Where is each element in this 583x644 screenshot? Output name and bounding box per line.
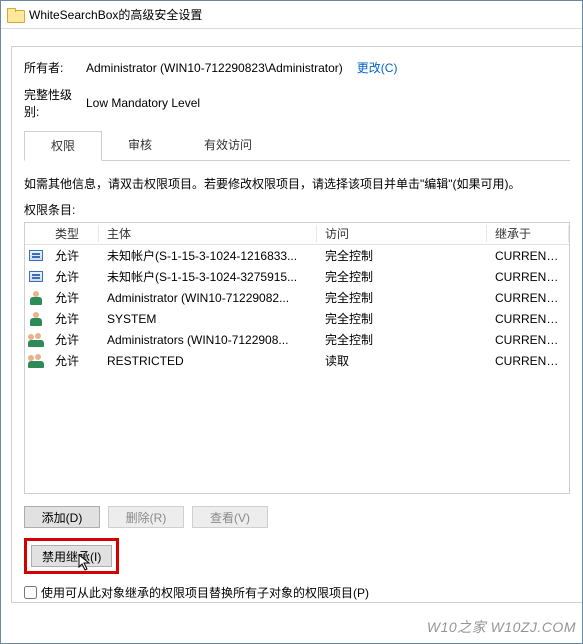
hint-text: 如需其他信息，请双击权限项目。若要修改权限项目，请选择该项目并单击"编辑"(如果… [24, 175, 570, 193]
group-icon [28, 333, 44, 347]
cell-access: 完全控制 [317, 289, 487, 306]
add-button[interactable]: 添加(D) [24, 506, 100, 528]
integrity-row: 完整性级别: Low Mandatory Level [24, 86, 570, 120]
cell-access: 读取 [317, 352, 487, 369]
cell-inherited: CURRENT_USER [487, 333, 569, 347]
remove-button: 删除(R) [108, 506, 184, 528]
col-type[interactable]: 类型 [47, 225, 99, 242]
table-row[interactable]: 允许未知帐户(S-1-15-3-1024-3275915...完全控制CURRE… [25, 266, 569, 287]
col-access[interactable]: 访问 [317, 225, 487, 242]
tab-label: 有效访问 [204, 138, 252, 152]
dialog-body: 所有者: Administrator (WIN10-712290823\Admi… [11, 46, 582, 603]
cell-inherited: CURRENT_USER [487, 312, 569, 326]
cell-inherited: CURRENT_USER [487, 249, 569, 263]
cell-principal: RESTRICTED [99, 354, 317, 368]
table-row[interactable]: 允许Administrators (WIN10-7122908...完全控制CU… [25, 329, 569, 350]
tab-effective-access[interactable]: 有效访问 [178, 131, 278, 161]
cell-type: 允许 [47, 247, 99, 264]
replace-children-checkbox[interactable] [24, 586, 37, 599]
tab-auditing[interactable]: 审核 [102, 131, 178, 161]
permissions-table: 类型 主体 访问 继承于 允许未知帐户(S-1-15-3-1024-121683… [24, 222, 570, 494]
tab-label: 权限 [51, 139, 75, 153]
cell-access: 完全控制 [317, 331, 487, 348]
integrity-value: Low Mandatory Level [86, 96, 200, 110]
owner-row: 所有者: Administrator (WIN10-712290823\Admi… [24, 59, 570, 76]
cell-principal: Administrator (WIN10-71229082... [99, 291, 317, 305]
cell-principal: 未知帐户(S-1-15-3-1024-1216833... [99, 247, 317, 264]
table-row[interactable]: 允许Administrator (WIN10-71229082...完全控制CU… [25, 287, 569, 308]
cell-type: 允许 [47, 352, 99, 369]
watermark: W10之家 W10ZJ.COM [427, 617, 576, 637]
table-header: 类型 主体 访问 继承于 [25, 223, 569, 245]
table-row[interactable]: 允许RESTRICTED读取CURRENT_USER [25, 350, 569, 371]
cell-type: 允许 [47, 268, 99, 285]
integrity-label: 完整性级别: [24, 86, 86, 120]
cell-type: 允许 [47, 289, 99, 306]
table-body: 允许未知帐户(S-1-15-3-1024-1216833...完全控制CURRE… [25, 245, 569, 371]
change-owner-link[interactable]: 更改(C) [357, 59, 398, 76]
table-row[interactable]: 允许SYSTEM完全控制CURRENT_USER [25, 308, 569, 329]
cell-type: 允许 [47, 310, 99, 327]
table-row[interactable]: 允许未知帐户(S-1-15-3-1024-1216833...完全控制CURRE… [25, 245, 569, 266]
cell-access: 完全控制 [317, 247, 487, 264]
tab-label: 审核 [128, 138, 152, 152]
replace-children-label: 使用可从此对象继承的权限项目替换所有子对象的权限项目(P) [41, 584, 369, 601]
cell-inherited: CURRENT_USER [487, 270, 569, 284]
cell-principal: 未知帐户(S-1-15-3-1024-3275915... [99, 268, 317, 285]
disable-inheritance-button[interactable]: 禁用继承(I) [31, 545, 112, 567]
col-inherited[interactable]: 继承于 [487, 225, 569, 242]
owner-label: 所有者: [24, 59, 86, 76]
highlight-box: 禁用继承(I) [24, 538, 119, 574]
tabstrip: 权限 审核 有效访问 [24, 130, 570, 161]
group-icon [28, 354, 44, 368]
titlebar: WhiteSearchBox的高级安全设置 [1, 1, 582, 29]
cell-principal: Administrators (WIN10-7122908... [99, 333, 317, 347]
cell-access: 完全控制 [317, 310, 487, 327]
cell-access: 完全控制 [317, 268, 487, 285]
col-principal[interactable]: 主体 [99, 225, 317, 242]
cell-inherited: CURRENT_USER [487, 291, 569, 305]
view-button: 查看(V) [192, 506, 268, 528]
tab-permissions[interactable]: 权限 [24, 131, 102, 161]
window-title: WhiteSearchBox的高级安全设置 [29, 6, 202, 23]
account-icon [29, 250, 43, 261]
account-icon [29, 271, 43, 282]
folder-icon [7, 8, 23, 21]
cell-type: 允许 [47, 331, 99, 348]
button-row: 添加(D) 删除(R) 查看(V) [24, 506, 570, 528]
cell-principal: SYSTEM [99, 312, 317, 326]
entries-label: 权限条目: [24, 201, 570, 218]
user-icon [29, 312, 43, 326]
cell-inherited: CURRENT_USER [487, 354, 569, 368]
owner-value: Administrator (WIN10-712290823\Administr… [86, 61, 343, 75]
window: WhiteSearchBox的高级安全设置 所有者: Administrator… [0, 0, 583, 644]
user-icon [29, 291, 43, 305]
replace-children-row: 使用可从此对象继承的权限项目替换所有子对象的权限项目(P) [24, 584, 570, 601]
